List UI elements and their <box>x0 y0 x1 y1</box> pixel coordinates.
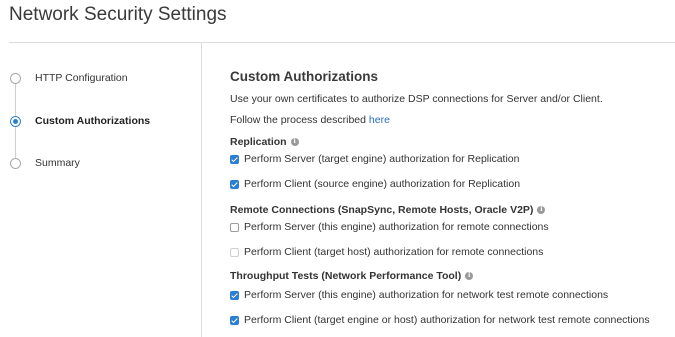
radio-icon <box>10 115 21 127</box>
checkbox-label: Perform Client (target host) authorizati… <box>244 246 544 258</box>
checkbox-row-replication-client[interactable]: Perform Client (source engine) authoriza… <box>230 177 520 191</box>
checkbox-label: Perform Client (target engine or host) a… <box>244 314 650 326</box>
checkbox-label: Perform Server (this engine) authorizati… <box>244 221 549 233</box>
group-title-replication: Replication i <box>230 136 299 148</box>
follow-text-prefix: Follow the process described <box>230 114 369 126</box>
checkbox[interactable] <box>230 315 239 325</box>
step-label: Custom Authorizations <box>35 115 151 127</box>
checkbox-label: Perform Server (this engine) authorizati… <box>244 289 609 301</box>
step-label: HTTP Configuration <box>35 72 128 84</box>
group-title-remote-connections: Remote Connections (SnapSync, Remote Hos… <box>230 204 546 216</box>
checkbox[interactable] <box>230 247 239 257</box>
step-http-configuration[interactable]: HTTP Configuration <box>10 70 128 86</box>
checkbox-row-throughput-server[interactable]: Perform Server (this engine) authorizati… <box>230 288 608 302</box>
group-title-label: Remote Connections (SnapSync, Remote Hos… <box>230 204 534 216</box>
radio-icon <box>10 157 21 169</box>
page: Network Security Settings HTTP Configura… <box>0 0 675 337</box>
step-label: Summary <box>35 157 80 169</box>
info-icon[interactable]: i <box>537 206 546 214</box>
here-link[interactable]: here <box>369 114 390 126</box>
checkbox-row-replication-server[interactable]: Perform Server (target engine) authoriza… <box>230 152 519 166</box>
checkbox[interactable] <box>230 154 239 164</box>
step-summary[interactable]: Summary <box>10 155 80 171</box>
checkbox-row-remote-client[interactable]: Perform Client (target host) authorizati… <box>230 245 543 259</box>
checkbox-row-remote-server[interactable]: Perform Server (this engine) authorizati… <box>230 220 549 234</box>
checkbox[interactable] <box>230 290 239 300</box>
checkbox-label: Perform Client (source engine) authoriza… <box>244 178 521 190</box>
section-title: Custom Authorizations <box>230 69 378 84</box>
checkbox-row-throughput-client[interactable]: Perform Client (target engine or host) a… <box>230 313 650 327</box>
sidebar-divider <box>201 43 202 337</box>
checkbox[interactable] <box>230 222 239 232</box>
group-title-label: Throughput Tests (Network Performance To… <box>230 270 462 282</box>
description-text: Use your own certificates to authorize D… <box>230 93 603 105</box>
page-title: Network Security Settings <box>9 4 227 25</box>
step-custom-authorizations[interactable]: Custom Authorizations <box>10 113 150 129</box>
group-title-label: Replication <box>230 136 287 148</box>
info-icon[interactable]: i <box>290 138 299 146</box>
radio-icon <box>10 72 21 84</box>
info-icon[interactable]: i <box>465 272 474 280</box>
group-title-throughput-tests: Throughput Tests (Network Performance To… <box>230 270 474 282</box>
checkbox[interactable] <box>230 179 239 189</box>
title-divider <box>9 42 675 43</box>
checkbox-label: Perform Server (target engine) authoriza… <box>244 153 520 165</box>
follow-text: Follow the process described here <box>230 114 390 126</box>
